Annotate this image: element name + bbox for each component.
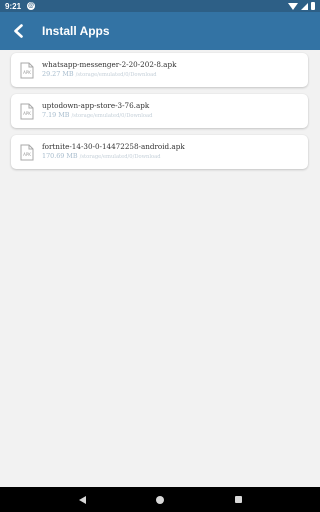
file-name: whatsapp-messenger-2-20-202-8.apk — [42, 60, 177, 69]
notification-icon: @ — [27, 2, 36, 10]
file-name: fortnite-14-30-0-14472258-android.apk — [42, 142, 185, 151]
apk-file-item[interactable]: APK fortnite-14-30-0-14472258-android.ap… — [11, 135, 308, 169]
file-size: 170.69 MB — [42, 152, 78, 160]
status-icons — [288, 2, 315, 10]
apk-file-icon: APK — [20, 103, 34, 120]
file-size: 7.19 MB — [42, 111, 70, 119]
nav-recents-button[interactable] — [229, 491, 247, 509]
back-button[interactable] — [0, 12, 38, 50]
nav-home-button[interactable] — [151, 491, 169, 509]
navigation-bar — [0, 487, 320, 512]
file-size: 29.27 MB — [42, 70, 74, 78]
status-time: 9:21 — [5, 1, 22, 11]
file-path: /storage/emulated/0/Download — [79, 154, 161, 160]
apk-icon-label: APK — [23, 151, 31, 157]
apk-file-item[interactable]: APK uptodown-app-store-3-76.apk 7.19 MB /… — [11, 94, 308, 128]
recents-square-icon — [234, 496, 242, 503]
file-name: uptodown-app-store-3-76.apk — [42, 101, 150, 110]
file-path: /storage/emulated/0/Download — [75, 72, 157, 78]
nav-back-button[interactable] — [73, 491, 91, 509]
apk-file-list: APK whatsapp-messenger-2-20-202-8.apk 29… — [11, 53, 308, 176]
status-bar: 9:21 @ — [0, 0, 320, 12]
page-title: Install Apps — [42, 24, 110, 38]
wifi-icon — [288, 2, 298, 10]
apk-file-icon: APK — [20, 144, 34, 161]
apk-icon-label: APK — [23, 110, 31, 116]
chevron-left-icon — [14, 24, 23, 38]
back-triangle-icon — [78, 495, 86, 504]
apk-icon-label: APK — [23, 69, 31, 75]
app-bar: Install Apps — [0, 12, 320, 50]
apk-file-item[interactable]: APK whatsapp-messenger-2-20-202-8.apk 29… — [11, 53, 308, 87]
battery-icon — [311, 2, 315, 10]
file-path: /storage/emulated/0/Download — [71, 113, 153, 119]
home-circle-icon — [156, 495, 164, 504]
signal-icon — [301, 2, 308, 10]
apk-file-icon: APK — [20, 62, 34, 79]
